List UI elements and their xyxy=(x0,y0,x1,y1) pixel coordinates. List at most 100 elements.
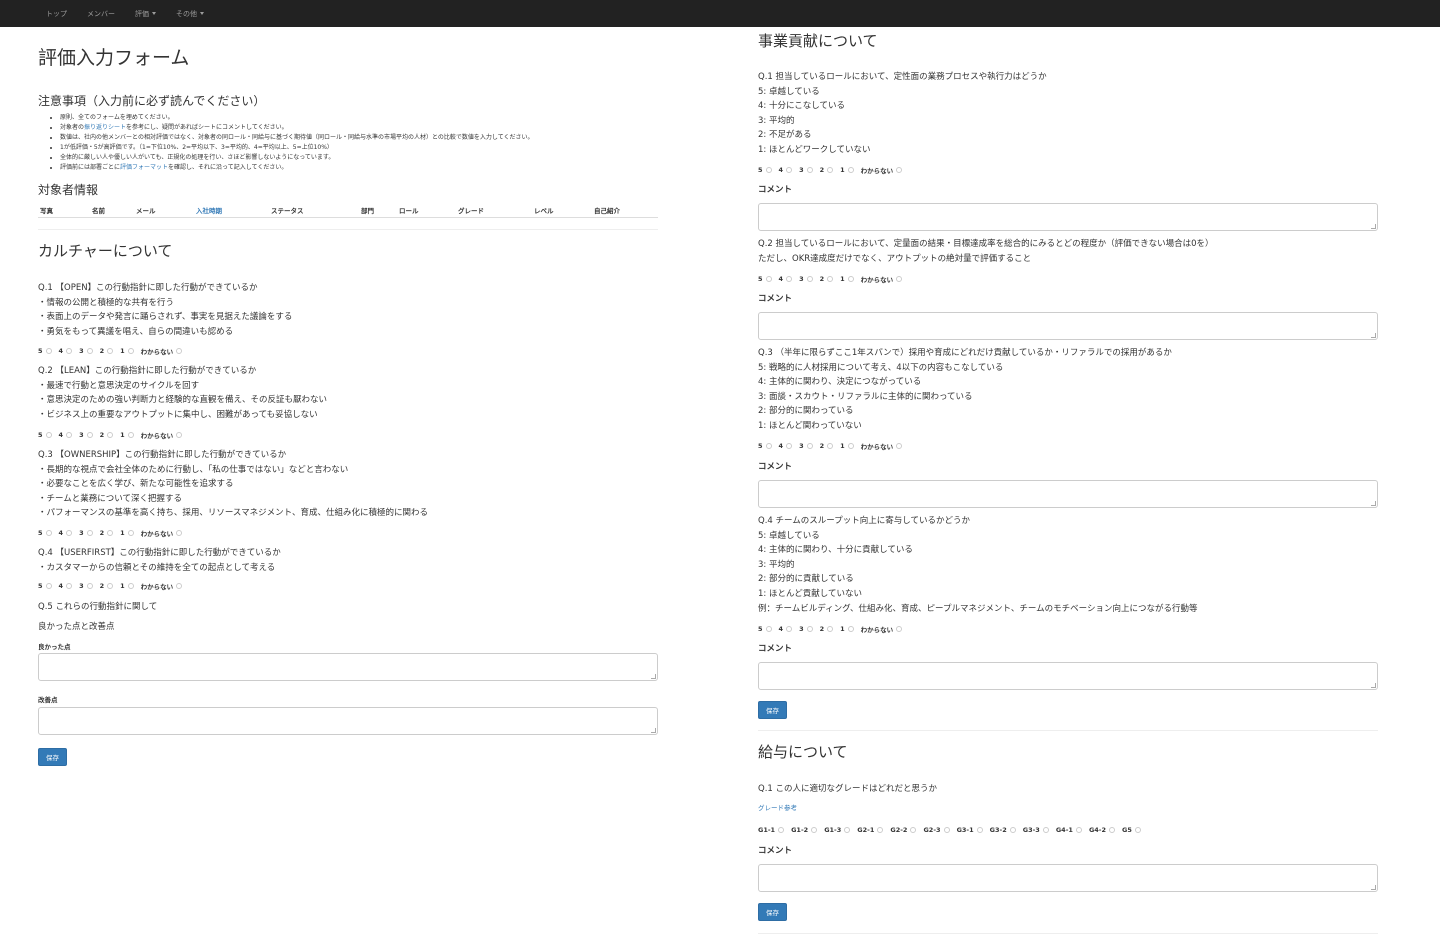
grade-reference-link[interactable]: グレード参考 xyxy=(758,802,797,812)
rating-option: 1 xyxy=(840,275,854,283)
rating-option: 4 xyxy=(779,442,793,450)
question-line: 4: 十分にこなしている xyxy=(758,101,846,112)
radio-button[interactable] xyxy=(176,347,183,354)
question-line: 1: ほとんど貢献していない xyxy=(758,588,862,599)
radio-button[interactable] xyxy=(127,431,134,438)
radio-button[interactable] xyxy=(107,529,114,536)
radio-button[interactable] xyxy=(1109,826,1116,833)
radio-button[interactable] xyxy=(1075,826,1082,833)
culture-question-5: Q.5 これらの行動指針に関して xyxy=(38,602,158,612)
radio-button[interactable] xyxy=(86,529,93,536)
radio-button[interactable] xyxy=(1042,826,1049,833)
radio-button[interactable] xyxy=(896,166,903,173)
radio-button[interactable] xyxy=(847,275,854,282)
radio-button[interactable] xyxy=(765,166,772,173)
col-join-date[interactable]: 入社時期 xyxy=(194,205,269,215)
question-line: ・最速で行動と意思決定のサイクルを回す xyxy=(38,380,200,391)
radio-button[interactable] xyxy=(910,826,917,833)
radio-button[interactable] xyxy=(778,826,785,833)
rating-group-business-q3: 5 4 3 2 1 わからない xyxy=(758,440,909,451)
comment-textarea-q2[interactable] xyxy=(758,312,1378,340)
nav-item-members[interactable]: メンバー xyxy=(87,9,115,19)
radio-button[interactable] xyxy=(107,431,114,438)
improvement-textarea[interactable] xyxy=(38,707,658,735)
rating-option-label: 1 xyxy=(840,624,845,633)
comment-textarea-salary[interactable] xyxy=(758,864,1378,892)
radio-button[interactable] xyxy=(176,529,183,536)
review-sheet-link[interactable]: 振り返りシート xyxy=(84,124,126,131)
radio-button[interactable] xyxy=(66,529,73,536)
radio-button[interactable] xyxy=(127,582,134,589)
radio-button[interactable] xyxy=(847,625,854,632)
radio-button[interactable] xyxy=(765,275,772,282)
radio-button[interactable] xyxy=(847,442,854,449)
question-text: Q.1 【OPEN】この行動指針に即した行動ができているか xyxy=(38,283,258,293)
radio-button[interactable] xyxy=(1009,826,1016,833)
radio-button[interactable] xyxy=(66,347,73,354)
radio-button[interactable] xyxy=(86,582,93,589)
radio-button[interactable] xyxy=(786,166,793,173)
salary-save-button[interactable]: 保存 xyxy=(758,903,787,921)
comment-textarea-q1[interactable] xyxy=(758,203,1378,231)
rating-option: 4 xyxy=(779,166,793,174)
grade-option: G3-1 xyxy=(957,826,983,834)
rating-option-label: 4 xyxy=(778,441,784,450)
grade-option: G2-2 xyxy=(890,826,917,834)
radio-button[interactable] xyxy=(806,275,813,282)
radio-button[interactable] xyxy=(811,826,818,833)
radio-button[interactable] xyxy=(847,166,854,173)
radio-button[interactable] xyxy=(827,166,834,173)
radio-button[interactable] xyxy=(827,442,834,449)
radio-button[interactable] xyxy=(1134,826,1141,833)
rating-option-label: 1 xyxy=(120,528,125,537)
radio-button[interactable] xyxy=(877,826,884,833)
business-save-button[interactable]: 保存 xyxy=(758,701,787,719)
radio-button[interactable] xyxy=(45,582,52,589)
radio-button[interactable] xyxy=(45,347,52,354)
nav-item-evaluation[interactable]: 評価 xyxy=(135,9,156,19)
radio-button[interactable] xyxy=(806,442,813,449)
radio-button[interactable] xyxy=(176,582,183,589)
radio-button[interactable] xyxy=(45,529,52,536)
radio-button[interactable] xyxy=(786,625,793,632)
radio-button[interactable] xyxy=(896,442,903,449)
radio-button[interactable] xyxy=(127,529,134,536)
radio-button[interactable] xyxy=(176,431,183,438)
comment-label: コメント xyxy=(758,644,793,654)
radio-button[interactable] xyxy=(765,442,772,449)
radio-button[interactable] xyxy=(86,431,93,438)
nav-item-evaluation-label: 評価 xyxy=(135,9,149,18)
radio-button[interactable] xyxy=(896,275,903,282)
nav-item-other[interactable]: その他 xyxy=(176,9,204,19)
radio-button[interactable] xyxy=(127,347,134,354)
radio-button[interactable] xyxy=(943,826,950,833)
radio-button[interactable] xyxy=(765,625,772,632)
note-item: 数値は、社内の他メンバーとの相対評価ではなく、対象者の同ロール・同給与に基づく期… xyxy=(60,133,534,143)
radio-button[interactable] xyxy=(896,625,903,632)
note-item: 対象者の振り返りシートを参考にし、疑問があればシートにコメントしてください。 xyxy=(60,123,534,133)
radio-button[interactable] xyxy=(806,625,813,632)
radio-button[interactable] xyxy=(66,582,73,589)
radio-button[interactable] xyxy=(786,442,793,449)
radio-button[interactable] xyxy=(66,431,73,438)
radio-button[interactable] xyxy=(806,166,813,173)
grade-option: G3-3 xyxy=(1023,826,1049,834)
radio-button[interactable] xyxy=(976,826,983,833)
rating-group-business-q1: 5 4 3 2 1 わからない xyxy=(758,164,909,175)
good-points-textarea[interactable] xyxy=(38,653,658,681)
radio-button[interactable] xyxy=(107,347,114,354)
nav-item-top[interactable]: トップ xyxy=(46,9,67,19)
radio-button[interactable] xyxy=(107,582,114,589)
radio-button[interactable] xyxy=(86,347,93,354)
question-line: 3: 面談・スカウト・リファラルに主体的に関わっている xyxy=(758,391,973,402)
radio-button[interactable] xyxy=(844,826,851,833)
comment-textarea-q4[interactable] xyxy=(758,662,1378,690)
eval-format-link[interactable]: 評価フォーマット xyxy=(120,164,168,171)
radio-button[interactable] xyxy=(45,431,52,438)
radio-button[interactable] xyxy=(827,625,834,632)
question-line: 5: 卓越している xyxy=(758,530,820,541)
radio-button[interactable] xyxy=(786,275,793,282)
radio-button[interactable] xyxy=(827,275,834,282)
culture-save-button[interactable]: 保存 xyxy=(38,748,67,766)
comment-textarea-q3[interactable] xyxy=(758,480,1378,508)
